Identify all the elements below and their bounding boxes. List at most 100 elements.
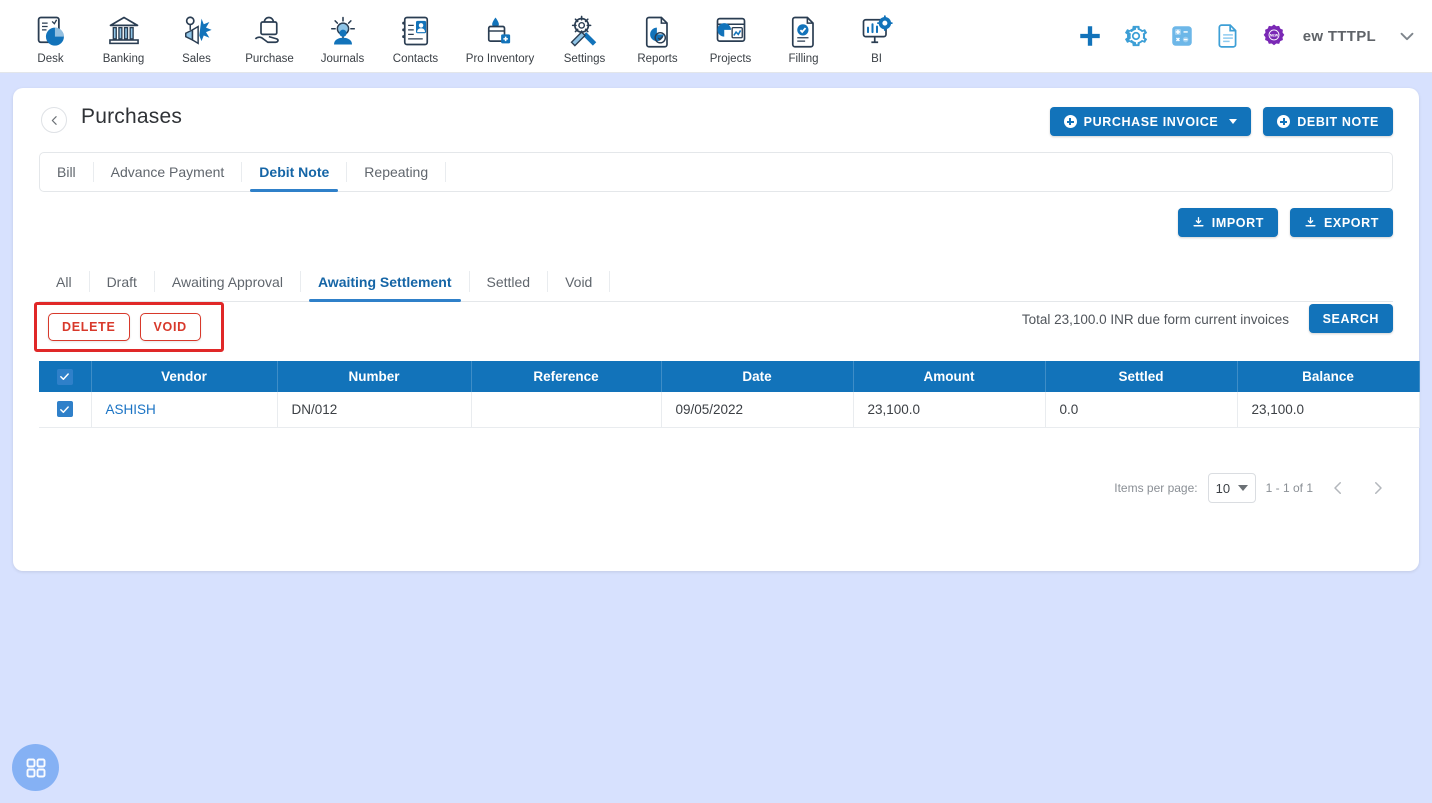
status-tab-void[interactable]: Void [548, 262, 609, 301]
back-button[interactable] [41, 107, 67, 133]
table-row[interactable]: ASHISH DN/012 09/05/2022 23,100.0 0.0 23… [39, 392, 1420, 428]
nav-item-contacts[interactable]: Contacts [379, 7, 452, 65]
row-checkbox[interactable] [56, 401, 73, 418]
export-button[interactable]: EXPORT [1290, 208, 1393, 237]
bulk-actions-highlight: DELETE VOID [34, 302, 224, 352]
tab-label: Bill [57, 164, 76, 180]
cell-amount: 23,100.0 [853, 392, 1046, 428]
nav-item-settings[interactable]: Settings [548, 7, 621, 65]
chevron-down-icon [1237, 485, 1248, 491]
calculator-icon[interactable] [1169, 23, 1195, 49]
dashboard-icon [37, 16, 64, 46]
nav-item-filling[interactable]: Filling [767, 7, 840, 65]
void-button[interactable]: VOID [139, 313, 201, 341]
column-header-number[interactable]: Number [277, 361, 472, 392]
purchase-invoice-button[interactable]: PURCHASE INVOICE [1049, 107, 1252, 136]
nav-item-desk[interactable]: Desk [14, 7, 87, 65]
svg-text:NEW: NEW [1269, 34, 1278, 38]
nav-item-journals[interactable]: Journals [306, 7, 379, 65]
top-nav-items: Desk Banking Sales Purchase Journals Con… [0, 7, 913, 65]
column-header-vendor[interactable]: Vendor [91, 361, 278, 392]
status-tab-awaiting-settlement[interactable]: Awaiting Settlement [301, 262, 469, 302]
delete-button[interactable]: DELETE [48, 313, 130, 341]
tab-separator [445, 162, 447, 182]
gear-icon[interactable] [1123, 23, 1149, 49]
column-header-amount[interactable]: Amount [853, 361, 1046, 392]
tab-separator [609, 271, 611, 292]
row-select-cell[interactable] [39, 392, 92, 428]
items-per-page-label: Items per page: [1114, 481, 1198, 495]
check-icon [60, 406, 70, 413]
page-header-actions: PURCHASE INVOICE DEBIT NOTE [1049, 107, 1393, 136]
status-tab-label: Awaiting Settlement [317, 273, 452, 290]
cell-settled: 0.0 [1045, 392, 1238, 428]
bank-icon [108, 16, 139, 45]
debit-notes-table: Vendor Number Reference Date Amount Settled Ba… [39, 361, 1420, 428]
debit-note-button[interactable]: DEBIT NOTE [1263, 107, 1393, 136]
organization-name[interactable]: ew TTTPL [1303, 28, 1376, 45]
apps-launcher-button[interactable] [12, 744, 59, 791]
tab-debit-note[interactable]: Debit Note [242, 153, 346, 192]
plus-circle-icon [1277, 115, 1291, 128]
new-badge-icon[interactable]: NEW [1261, 23, 1287, 49]
nav-item-banking[interactable]: Banking [87, 7, 160, 65]
top-nav-right-actions: NEW ew TTTPL [1077, 0, 1418, 72]
next-page-button[interactable] [1363, 479, 1393, 497]
document-icon[interactable] [1215, 23, 1241, 49]
nav-item-label: Sales [182, 53, 211, 65]
nav-item-purchase[interactable]: Purchase [233, 7, 306, 65]
debit-note-label: DEBIT NOTE [1297, 114, 1379, 129]
total-due-text: Total 23,100.0 INR due form current invo… [1021, 312, 1289, 327]
nav-item-label: Desk [37, 53, 64, 65]
nav-item-label: BI [871, 53, 882, 65]
purchases-card: Purchases PURCHASE INVOICE DEBIT NOTE Bi… [13, 88, 1420, 571]
nav-divider [0, 72, 1432, 73]
tab-repeating[interactable]: Repeating [347, 153, 445, 191]
nav-item-pro-inventory[interactable]: Pro Inventory [452, 7, 548, 65]
items-per-page-value: 10 [1215, 480, 1231, 496]
nav-item-bi[interactable]: BI [840, 7, 913, 65]
column-header-reference[interactable]: Reference [471, 361, 662, 392]
column-header-settled[interactable]: Settled [1045, 361, 1238, 392]
select-all-checkbox[interactable] [56, 368, 73, 385]
check-icon [60, 373, 70, 381]
vendor-link[interactable]: ASHISH [106, 402, 156, 417]
top-navigation-bar: Desk Banking Sales Purchase Journals Con… [0, 0, 1432, 72]
nav-item-label: Purchase [245, 53, 294, 65]
contacts-icon [401, 16, 428, 46]
status-tab-awaiting-approval[interactable]: Awaiting Approval [155, 262, 300, 301]
items-per-page-select[interactable]: 10 [1207, 473, 1256, 503]
nav-item-sales[interactable]: Sales [160, 7, 233, 65]
tab-label: Advance Payment [110, 164, 225, 180]
search-button[interactable]: SEARCH [1308, 304, 1393, 333]
chevron-left-icon [1334, 482, 1341, 494]
status-tab-draft[interactable]: Draft [90, 262, 154, 301]
select-all-header[interactable] [39, 361, 92, 392]
tab-advance-payment[interactable]: Advance Payment [94, 153, 242, 191]
nav-item-reports[interactable]: Reports [621, 7, 694, 65]
column-header-date[interactable]: Date [661, 361, 854, 392]
purchase-icon [254, 16, 279, 44]
import-label: IMPORT [1211, 215, 1264, 230]
status-tab-settled[interactable]: Settled [470, 262, 548, 301]
plus-icon[interactable] [1077, 23, 1103, 49]
status-tab-label: Void [565, 273, 593, 290]
export-label: EXPORT [1324, 215, 1379, 230]
nav-item-projects[interactable]: Projects [694, 7, 767, 65]
status-tab-all[interactable]: All [39, 262, 89, 301]
tab-bill[interactable]: Bill [40, 153, 93, 191]
chevron-down-icon[interactable] [1396, 25, 1418, 47]
filling-icon [791, 16, 814, 48]
import-button[interactable]: IMPORT [1177, 208, 1278, 237]
nav-item-label: Contacts [392, 53, 439, 65]
status-tab-label: All [56, 273, 72, 290]
column-header-balance[interactable]: Balance [1237, 361, 1420, 392]
import-export-actions: IMPORT EXPORT [1177, 208, 1393, 237]
nav-item-label: Reports [637, 53, 678, 65]
previous-page-button[interactable] [1323, 479, 1353, 497]
tab-label: Repeating [364, 164, 429, 180]
purchase-invoice-label: PURCHASE INVOICE [1083, 114, 1219, 129]
upload-icon [1193, 216, 1204, 227]
tab-label: Debit Note [259, 164, 330, 180]
cell-reference [471, 392, 662, 428]
